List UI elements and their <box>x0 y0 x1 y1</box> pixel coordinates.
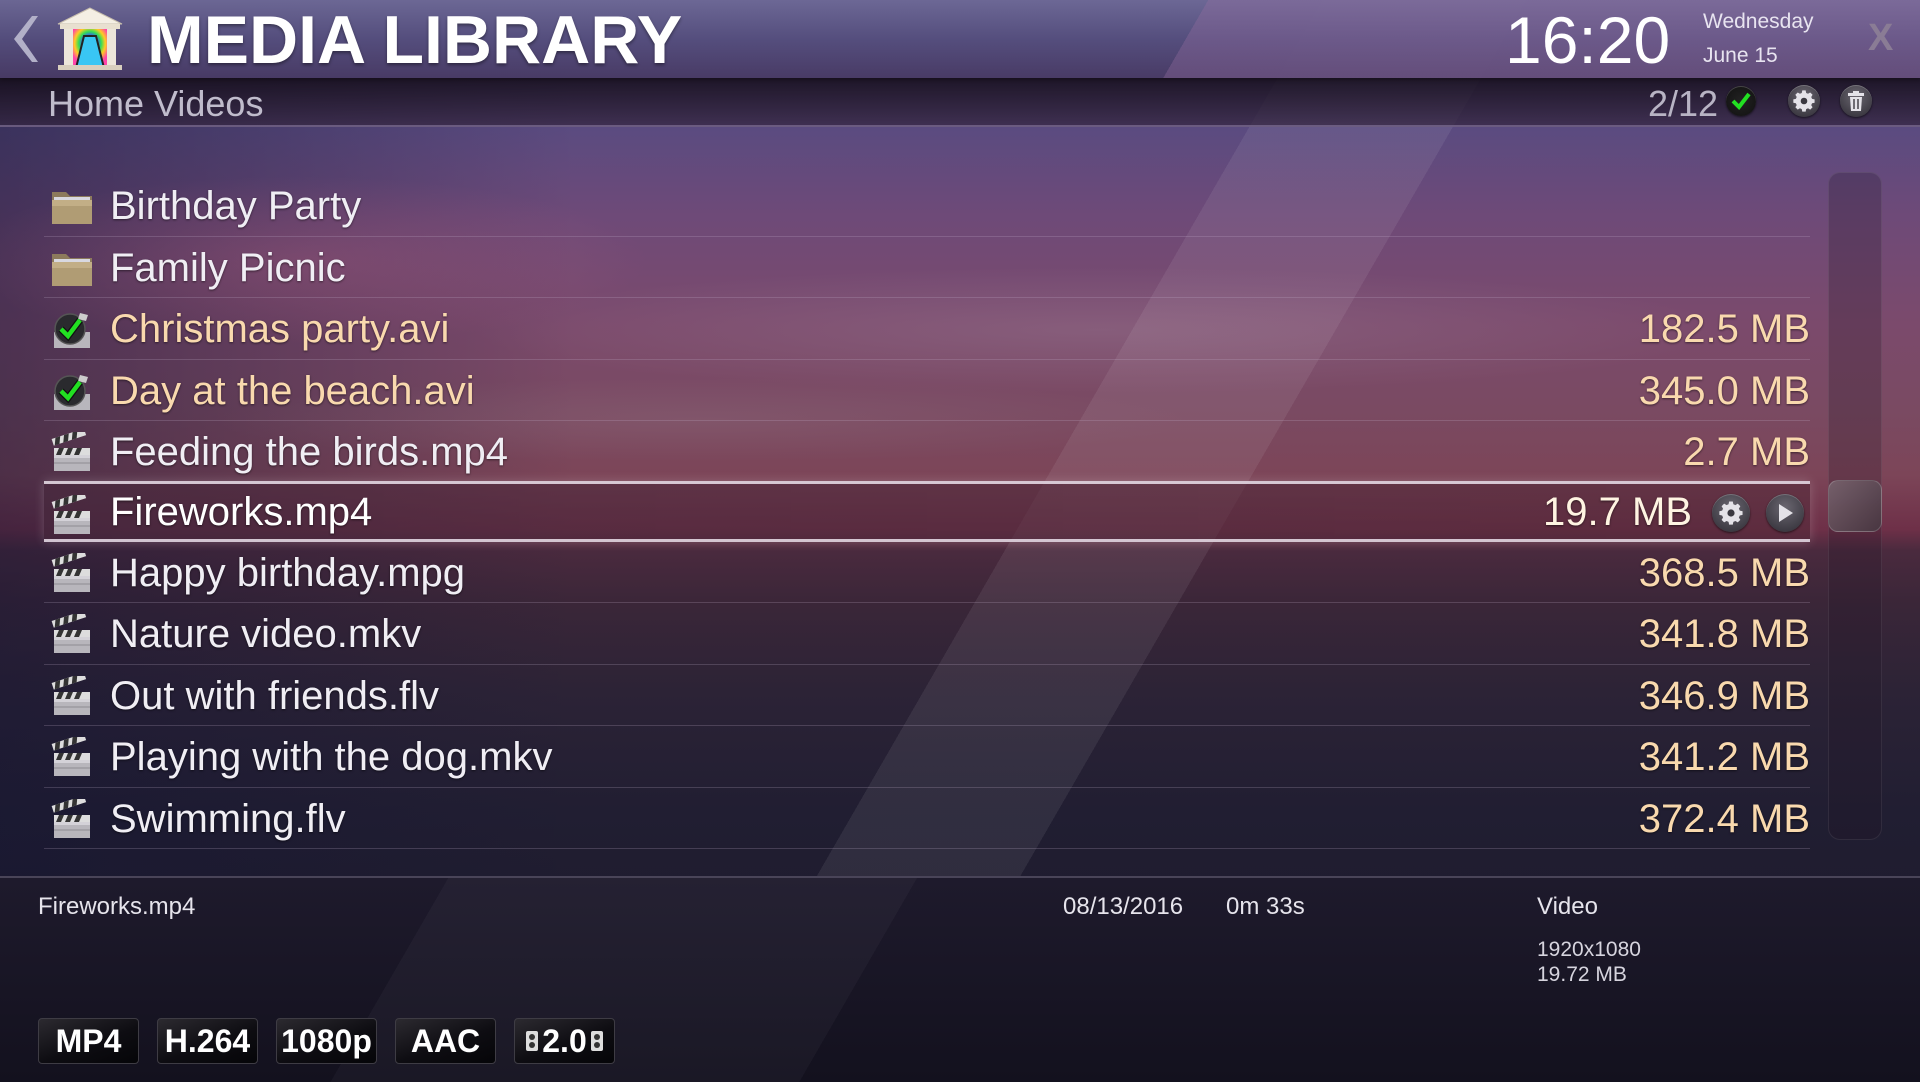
media-library-logo-icon <box>54 6 126 72</box>
settings-button[interactable] <box>1788 85 1820 117</box>
file-name: Day at the beach.avi <box>110 368 475 413</box>
file-name: Feeding the birds.mp4 <box>110 430 509 474</box>
app-header: MEDIA LIBRARY 16:20 Wednesday June 15 X <box>0 0 1920 78</box>
delete-button[interactable] <box>1840 85 1872 117</box>
speaker-icon <box>590 1031 603 1051</box>
watched-video-icon <box>50 309 94 349</box>
file-list-item[interactable]: Feeding the birds.mp4 2.7 MB <box>44 421 1810 483</box>
badge-audio-codec: AAC <box>395 1018 496 1064</box>
info-resolution: 1920x1080 <box>1537 938 1641 961</box>
file-list-item[interactable]: Fireworks.mp4 19.7 MB <box>44 480 1810 542</box>
clapperboard-icon <box>50 491 94 535</box>
clapperboard-icon <box>50 733 94 777</box>
speaker-icon <box>526 1031 539 1051</box>
app-title: MEDIA LIBRARY <box>147 2 683 78</box>
file-size: 2.7 MB <box>1683 430 1810 474</box>
badge-video-codec: H.264 <box>157 1018 258 1064</box>
file-info-panel: Fireworks.mp4 08/13/2016 0m 33s Video 19… <box>0 876 1920 1082</box>
gear-icon <box>1793 90 1815 112</box>
file-list-item[interactable]: Swimming.flv 372.4 MB <box>44 788 1810 849</box>
file-list-item[interactable]: Christmas party.avi 182.5 MB <box>44 298 1810 360</box>
folder-list-item[interactable]: Family Picnic <box>44 237 1810 298</box>
subheader-bar: Home Videos 2/12 <box>0 78 1920 127</box>
info-duration: 0m 33s <box>1226 893 1305 920</box>
badge-container-format: MP4 <box>38 1018 139 1064</box>
file-size: 19.7 MB <box>1543 489 1692 534</box>
file-name: Family Picnic <box>110 245 346 290</box>
file-name: Swimming.flv <box>110 796 346 841</box>
badge-label: H.264 <box>164 1022 251 1059</box>
file-name: Nature video.mkv <box>110 612 422 656</box>
badge-resolution: 1080p <box>276 1018 377 1064</box>
chevron-left-icon <box>14 16 38 62</box>
clapperboard-icon <box>50 795 94 839</box>
file-size: 182.5 MB <box>1638 307 1810 351</box>
info-filename: Fireworks.mp4 <box>38 893 196 920</box>
checkmark-icon <box>1726 86 1756 116</box>
close-button[interactable]: X <box>1868 14 1893 62</box>
file-list-item[interactable]: Nature video.mkv 341.8 MB <box>44 603 1810 665</box>
file-name: Out with friends.flv <box>110 673 440 718</box>
file-list-item[interactable]: Day at the beach.avi 345.0 MB <box>44 360 1810 421</box>
file-list-item[interactable]: Playing with the dog.mkv 341.2 MB <box>44 726 1810 788</box>
clapperboard-icon <box>50 428 94 472</box>
clock: 16:20 <box>1505 3 1671 77</box>
badge-label: AAC <box>410 1022 481 1059</box>
item-settings-button[interactable] <box>1712 493 1750 532</box>
folder-list-item[interactable]: Birthday Party <box>44 175 1810 237</box>
scrollbar-thumb[interactable] <box>1828 480 1882 532</box>
badge-label: MP4 <box>55 1022 122 1059</box>
date-day: Wednesday <box>1703 10 1814 33</box>
play-button[interactable] <box>1766 493 1804 532</box>
clapperboard-icon <box>50 672 94 716</box>
date: June 15 <box>1703 44 1778 67</box>
file-name: Birthday Party <box>110 184 362 228</box>
file-list-item[interactable]: Happy birthday.mpg 368.5 MB <box>44 542 1810 603</box>
file-size: 341.2 MB <box>1638 735 1810 779</box>
file-size: 345.0 MB <box>1638 368 1810 413</box>
trash-icon <box>1848 91 1864 111</box>
back-button[interactable] <box>10 14 40 64</box>
file-size: 368.5 MB <box>1638 550 1810 595</box>
folder-icon <box>50 248 94 288</box>
badge-label: 2.0 <box>542 1022 587 1059</box>
selection-counter: 2/12 <box>1648 83 1719 124</box>
play-icon <box>1779 503 1793 522</box>
file-name: Fireworks.mp4 <box>110 489 373 534</box>
info-size: 19.72 MB <box>1537 963 1627 986</box>
info-date: 08/13/2016 <box>1063 893 1184 920</box>
file-size: 346.9 MB <box>1638 673 1810 718</box>
file-name: Christmas party.avi <box>110 307 450 351</box>
breadcrumb: Home Videos <box>48 83 264 124</box>
watched-video-icon <box>50 371 94 411</box>
file-name: Happy birthday.mpg <box>110 550 465 595</box>
badge-audio-channels: 2.0 <box>514 1018 615 1064</box>
gear-icon <box>1719 500 1743 525</box>
file-size: 372.4 MB <box>1638 796 1810 841</box>
clapperboard-icon <box>50 549 94 593</box>
folder-icon <box>50 186 94 226</box>
file-list-item[interactable]: Out with friends.flv 346.9 MB <box>44 665 1810 726</box>
file-name: Playing with the dog.mkv <box>110 735 553 779</box>
badge-label: 1080p <box>281 1022 372 1059</box>
info-kind: Video <box>1537 893 1598 920</box>
file-size: 341.8 MB <box>1638 612 1810 656</box>
file-list: Birthday Party Family Picnic Christmas p… <box>44 175 1810 849</box>
clapperboard-icon <box>50 610 94 654</box>
